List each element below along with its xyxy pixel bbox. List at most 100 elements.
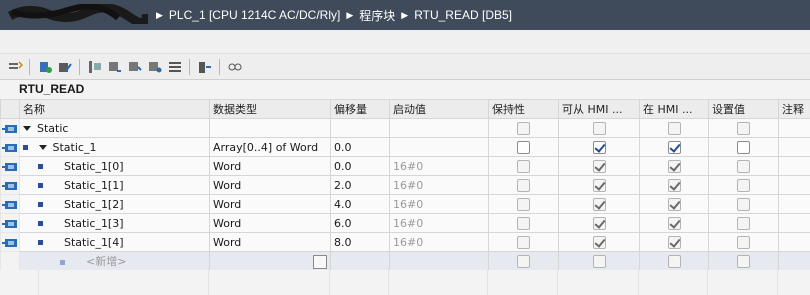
- setpoint-checkbox[interactable]: [737, 121, 750, 135]
- row-start-value[interactable]: 16#0: [389, 175, 489, 195]
- setpoint-checkbox[interactable]: [737, 216, 750, 230]
- row-start-value[interactable]: [389, 137, 489, 157]
- row-datatype[interactable]: Word: [209, 175, 331, 195]
- setpoint-checkbox[interactable]: [737, 178, 750, 192]
- column-retain[interactable]: 保持性: [488, 99, 559, 119]
- hmi-access-checkbox[interactable]: [592, 216, 606, 230]
- tree-bullet-icon: [38, 240, 43, 245]
- hmi-access-checkbox[interactable]: [592, 121, 606, 135]
- breadcrumb-program-blocks[interactable]: 程序块: [359, 7, 395, 24]
- interface-tag-icon: [2, 238, 17, 247]
- load-start-values-icon[interactable]: [126, 58, 143, 75]
- table-row[interactable]: Static_1[4] Word 8.0 16#0: [0, 232, 810, 252]
- hmi-visible-checkbox[interactable]: [667, 197, 681, 211]
- retain-checkbox[interactable]: [517, 216, 530, 230]
- row-offset: 6.0: [330, 213, 390, 233]
- add-record-icon[interactable]: [36, 58, 53, 75]
- grid-divider: [487, 270, 488, 295]
- apply-values-icon[interactable]: [146, 58, 163, 75]
- row-comment[interactable]: [778, 175, 810, 195]
- column-setpoint[interactable]: 设置值: [708, 99, 779, 119]
- hmi-visible-checkbox[interactable]: [667, 159, 681, 173]
- setpoint-checkbox[interactable]: [737, 159, 750, 173]
- table-row[interactable]: Static_1[2] Word 4.0 16#0: [0, 194, 810, 214]
- hmi-visible-checkbox[interactable]: [667, 140, 681, 154]
- new-row[interactable]: <新增>: [0, 251, 810, 271]
- hmi-visible-checkbox[interactable]: [667, 216, 681, 230]
- list-view-icon[interactable]: [166, 58, 183, 75]
- collapse-arrow-icon[interactable]: [38, 145, 47, 150]
- setpoint-checkbox[interactable]: [737, 197, 750, 211]
- editor-toolbar: [0, 54, 810, 80]
- column-start-value[interactable]: 启动值: [389, 99, 489, 119]
- retain-checkbox[interactable]: [517, 178, 530, 192]
- editor-header-area: [0, 30, 810, 54]
- datatype-picker-button[interactable]: [313, 255, 327, 269]
- retain-checkbox[interactable]: [517, 254, 530, 268]
- keep-actual-values-icon[interactable]: [196, 58, 213, 75]
- column-hmi-visible[interactable]: 在 HMI ...: [639, 99, 709, 119]
- setpoint-checkbox[interactable]: [737, 254, 750, 268]
- row-name: Static_1[1]: [63, 178, 124, 192]
- setpoint-checkbox[interactable]: [737, 235, 750, 249]
- hmi-access-checkbox[interactable]: [592, 140, 606, 154]
- column-name[interactable]: 名称: [19, 99, 210, 119]
- retain-checkbox[interactable]: [517, 235, 530, 249]
- insert-row-icon[interactable]: [6, 58, 23, 75]
- column-offset[interactable]: 偏移量: [330, 99, 390, 119]
- hmi-access-checkbox[interactable]: [592, 254, 606, 268]
- row-start-value[interactable]: [389, 118, 489, 138]
- row-offset: [330, 118, 390, 138]
- hmi-access-checkbox[interactable]: [592, 197, 606, 211]
- monitor-glasses-icon[interactable]: [226, 58, 243, 75]
- retain-checkbox[interactable]: [517, 197, 530, 211]
- row-datatype[interactable]: Word: [209, 213, 331, 233]
- hmi-access-checkbox[interactable]: [592, 178, 606, 192]
- hmi-access-checkbox[interactable]: [592, 235, 606, 249]
- hmi-visible-checkbox[interactable]: [667, 235, 681, 249]
- snapshot-icon[interactable]: [86, 58, 103, 75]
- breadcrumb-db[interactable]: RTU_READ [DB5]: [414, 8, 512, 22]
- row-start-value[interactable]: 16#0: [389, 232, 489, 252]
- column-datatype[interactable]: 数据类型: [209, 99, 331, 119]
- row-comment[interactable]: [778, 156, 810, 176]
- add-new-placeholder[interactable]: <新增>: [86, 255, 126, 268]
- table-row[interactable]: Static_1[3] Word 6.0 16#0: [0, 213, 810, 233]
- row-comment[interactable]: [778, 232, 810, 252]
- edit-record-icon[interactable]: [56, 58, 73, 75]
- table-row[interactable]: Static_1[0] Word 0.0 16#0: [0, 156, 810, 176]
- collapse-arrow-icon[interactable]: [23, 126, 31, 131]
- table-row[interactable]: Static: [0, 118, 810, 138]
- table-row[interactable]: Static_1[1] Word 2.0 16#0: [0, 175, 810, 195]
- hmi-visible-checkbox[interactable]: [667, 254, 681, 268]
- table-row[interactable]: Static_1 Array[0..4] of Word 0.0: [0, 137, 810, 157]
- row-name: Static_1: [52, 140, 97, 154]
- row-name: Static_1[2]: [63, 197, 124, 211]
- row-datatype[interactable]: Array[0..4] of Word: [209, 137, 331, 157]
- row-datatype[interactable]: Word: [209, 232, 331, 252]
- row-comment[interactable]: [778, 213, 810, 233]
- row-start-value[interactable]: 16#0: [389, 194, 489, 214]
- column-comment[interactable]: 注释: [778, 99, 810, 119]
- hmi-visible-checkbox[interactable]: [667, 121, 681, 135]
- copy-snapshot-icon[interactable]: [106, 58, 123, 75]
- row-start-value[interactable]: 16#0: [389, 213, 489, 233]
- retain-checkbox[interactable]: [517, 121, 530, 135]
- interface-tag-icon: [2, 219, 17, 228]
- row-comment[interactable]: [778, 194, 810, 214]
- row-name: Static: [37, 121, 69, 135]
- row-datatype[interactable]: [209, 118, 331, 138]
- column-hmi-access[interactable]: 可从 HMI ...: [558, 99, 640, 119]
- retain-checkbox[interactable]: [517, 159, 530, 173]
- setpoint-checkbox[interactable]: [737, 140, 750, 154]
- row-datatype[interactable]: Word: [209, 156, 331, 176]
- hmi-visible-checkbox[interactable]: [667, 178, 681, 192]
- breadcrumb-plc[interactable]: PLC_1 [CPU 1214C AC/DC/Rly]: [169, 8, 340, 22]
- row-start-value[interactable]: 16#0: [389, 156, 489, 176]
- row-comment[interactable]: [778, 118, 810, 138]
- row-datatype[interactable]: Word: [209, 194, 331, 214]
- row-comment[interactable]: [778, 137, 810, 157]
- hmi-access-checkbox[interactable]: [592, 159, 606, 173]
- retain-checkbox[interactable]: [517, 140, 530, 154]
- row-offset: 4.0: [330, 194, 390, 214]
